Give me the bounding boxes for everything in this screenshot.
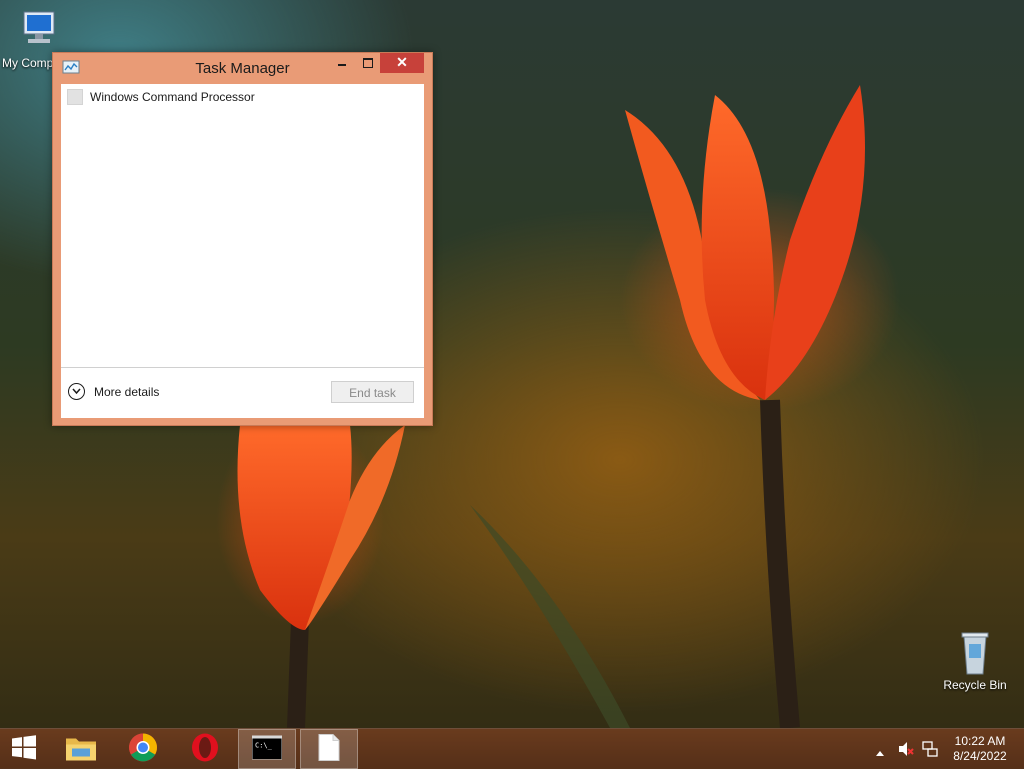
network-icon <box>922 741 938 757</box>
taskbar-task-manager[interactable] <box>300 729 358 769</box>
network-button[interactable] <box>922 741 938 760</box>
desktop-icon-recycle-bin[interactable]: Recycle Bin <box>937 630 1013 692</box>
taskbar-chrome[interactable] <box>114 729 172 769</box>
svg-text:C:\_: C:\_ <box>255 742 273 750</box>
volume-button[interactable] <box>898 741 914 760</box>
taskbar-file-explorer[interactable] <box>52 729 110 769</box>
maximize-button[interactable] <box>355 53 381 73</box>
footer: More details End task <box>61 367 424 418</box>
chrome-icon <box>128 733 158 766</box>
process-row[interactable]: Windows Command Processor <box>61 84 424 110</box>
recycle-bin-icon <box>951 630 999 676</box>
chevron-down-icon <box>68 383 85 400</box>
taskbar-opera[interactable] <box>176 729 234 769</box>
show-hidden-icons-button[interactable] <box>876 745 884 759</box>
cmd-icon <box>67 89 83 105</box>
computer-icon <box>14 8 62 54</box>
maximize-icon <box>363 58 373 68</box>
process-list: Windows Command Processor More details E… <box>61 84 424 418</box>
more-details-label: More details <box>94 385 160 399</box>
minimize-button[interactable] <box>329 53 355 73</box>
clock-date: 8/24/2022 <box>953 749 1007 763</box>
chevron-up-icon <box>876 751 884 756</box>
windows-logo-icon <box>11 735 37 764</box>
system-tray <box>870 729 944 769</box>
taskbar: C:\_ 10:22 AM 8/24/2022 <box>0 728 1024 769</box>
start-button[interactable] <box>0 729 48 769</box>
cmd-icon: C:\_ <box>251 735 283 763</box>
close-icon: ✕ <box>396 54 408 70</box>
close-button[interactable]: ✕ <box>380 53 424 73</box>
title-bar[interactable]: Task Manager ✕ <box>53 53 432 83</box>
clock[interactable]: 10:22 AM 8/24/2022 <box>944 734 1016 764</box>
task-manager-window: Task Manager ✕ Windows Command Processor… <box>52 52 433 426</box>
desktop-icon-label: Recycle Bin <box>943 678 1007 692</box>
volume-muted-icon <box>899 742 914 756</box>
document-icon <box>318 734 340 765</box>
end-task-button[interactable]: End task <box>331 381 414 403</box>
process-name: Windows Command Processor <box>90 90 255 104</box>
opera-icon <box>190 733 220 766</box>
clock-time: 10:22 AM <box>954 734 1006 748</box>
taskbar-command-prompt[interactable]: C:\_ <box>238 729 296 769</box>
folder-icon <box>64 733 98 766</box>
minimize-icon <box>338 64 346 66</box>
